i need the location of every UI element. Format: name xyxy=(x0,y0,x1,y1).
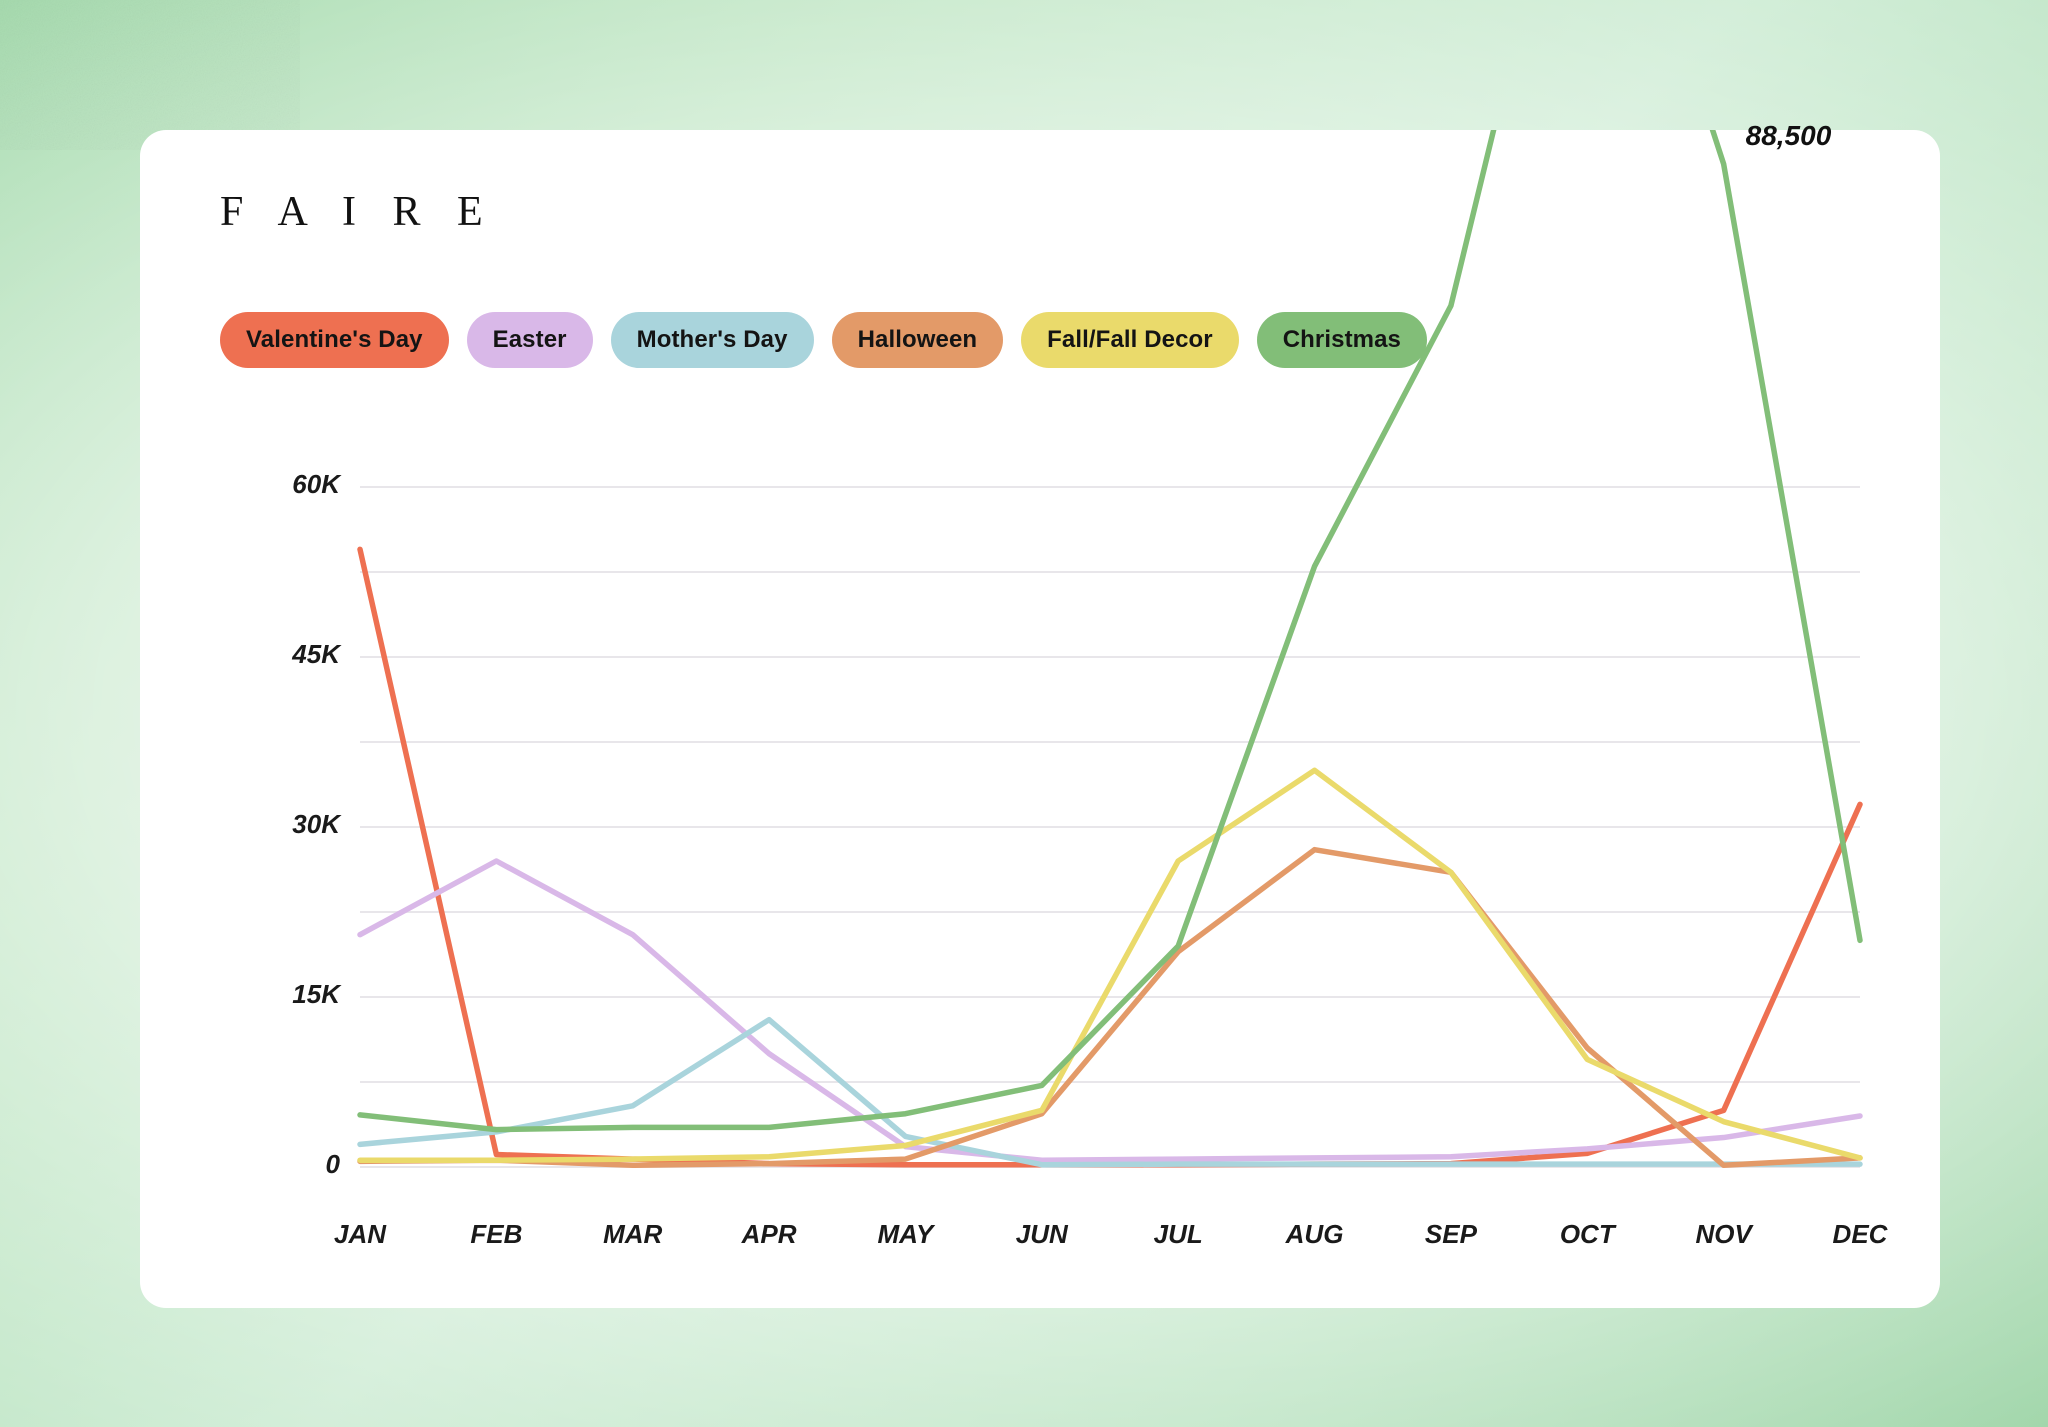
data-point-annotation: 88,500 xyxy=(1746,120,1832,152)
x-axis-tick-label: FEB xyxy=(426,1219,566,1250)
series-line-christmas[interactable] xyxy=(360,130,1860,1130)
chart-svg xyxy=(140,130,1940,1308)
y-axis-tick-label: 45K xyxy=(200,639,340,670)
y-axis-tick-label: 60K xyxy=(200,469,340,500)
x-axis-tick-label: MAR xyxy=(563,1219,703,1250)
x-axis-tick-label: NOV xyxy=(1654,1219,1794,1250)
x-axis-tick-label: OCT xyxy=(1517,1219,1657,1250)
series-line-valentine-s-day[interactable] xyxy=(360,549,1860,1164)
y-axis-tick-label: 30K xyxy=(200,809,340,840)
background-grain-texture xyxy=(0,0,300,150)
x-axis-tick-label: APR xyxy=(699,1219,839,1250)
x-axis-tick-label: JUL xyxy=(1108,1219,1248,1250)
y-axis-tick-label: 15K xyxy=(200,979,340,1010)
series-line-fall-fall-decor[interactable] xyxy=(360,770,1860,1160)
x-axis-tick-label: JUN xyxy=(972,1219,1112,1250)
chart-card: F A I R E Valentine's DayEasterMother's … xyxy=(140,130,1940,1308)
x-axis-tick-label: AUG xyxy=(1245,1219,1385,1250)
x-axis-tick-label: DEC xyxy=(1790,1219,1930,1250)
series-line-halloween[interactable] xyxy=(360,850,1860,1166)
x-axis-tick-label: JAN xyxy=(290,1219,430,1250)
series-lines xyxy=(360,130,1860,1165)
screenshot-stage: F A I R E Valentine's DayEasterMother's … xyxy=(0,0,2048,1427)
line-chart-plot-area: 0 15K 30K 45K 60K JANFEBMARAPRMAYJUNJULAUGSEP… xyxy=(140,130,1940,1308)
x-axis-tick-label: MAY xyxy=(835,1219,975,1250)
x-axis-tick-label: SEP xyxy=(1381,1219,1521,1250)
y-axis-tick-label: 0 xyxy=(200,1149,340,1180)
gridlines xyxy=(360,487,1860,1167)
